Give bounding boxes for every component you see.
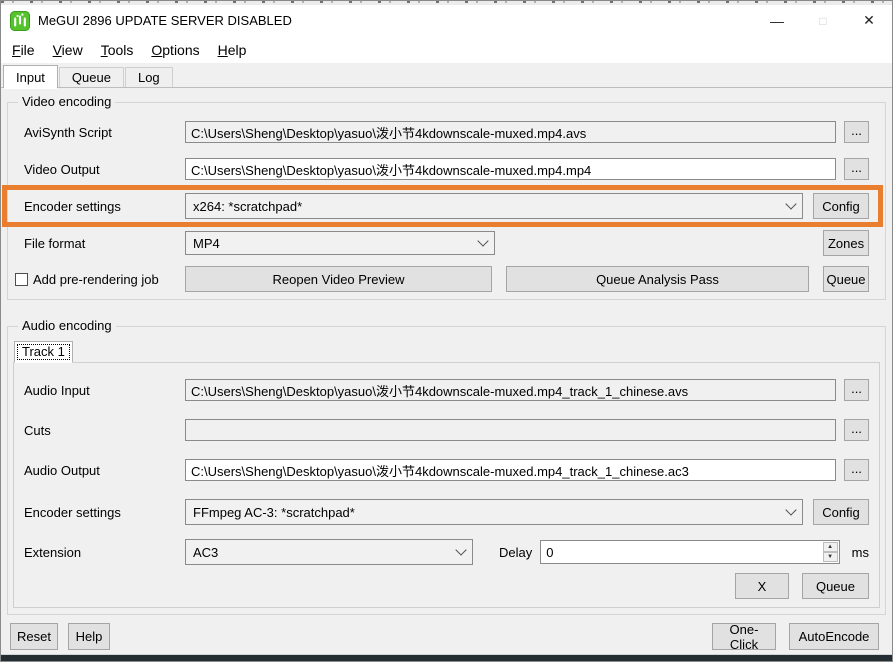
prerender-row: Add pre-rendering job Reopen Video Previ… <box>24 266 869 292</box>
audio-output-label: Audio Output <box>24 463 185 478</box>
video-encoder-settings-select[interactable]: x264: *scratchpad* <box>185 193 803 219</box>
video-output-label: Video Output <box>24 162 185 177</box>
audio-group-title: Audio encoding <box>18 318 116 333</box>
chevron-down-icon <box>455 544 466 555</box>
input-tab-page: Video encoding AviSynth Script ... Video… <box>1 88 892 654</box>
video-encoding-group: Video encoding AviSynth Script ... Video… <box>7 102 886 300</box>
cuts-row: Cuts ... <box>24 419 869 441</box>
chevron-down-icon <box>785 504 796 515</box>
audio-output-input[interactable] <box>185 459 836 481</box>
delay-spinner <box>822 541 839 563</box>
video-output-input[interactable] <box>185 158 836 180</box>
video-output-browse-button[interactable]: ... <box>844 158 869 180</box>
audio-queue-button[interactable]: Queue <box>802 573 869 599</box>
menu-options[interactable]: Options <box>142 39 208 61</box>
extension-select[interactable]: AC3 <box>185 539 473 565</box>
add-prerendering-job-label: Add pre-rendering job <box>33 272 159 287</box>
file-format-row: File format MP4 Zones <box>24 230 869 256</box>
maximize-icon[interactable]: □ <box>800 5 846 36</box>
audio-input-input[interactable] <box>185 379 836 401</box>
help-button[interactable]: Help <box>68 623 110 650</box>
queue-analysis-pass-button[interactable]: Queue Analysis Pass <box>506 266 809 292</box>
avisynth-script-row: AviSynth Script ... <box>24 121 869 143</box>
tab-log[interactable]: Log <box>125 67 173 88</box>
audio-output-browse-button[interactable]: ... <box>844 459 869 481</box>
track-1-page: Audio Input ... Cuts ... Audio Output ..… <box>13 362 880 608</box>
audio-encoder-settings-row: Encoder settings FFmpeg AC-3: *scratchpa… <box>24 499 869 525</box>
reset-button[interactable]: Reset <box>10 623 58 650</box>
cuts-input[interactable] <box>185 419 836 441</box>
extension-row: Extension AC3 Delay ms <box>24 539 869 565</box>
autoencode-button[interactable]: AutoEncode <box>789 623 879 650</box>
menu-tools[interactable]: Tools <box>92 39 143 61</box>
audio-encoder-settings-label: Encoder settings <box>24 505 185 520</box>
titlebar: MeGUI 2896 UPDATE SERVER DISABLED — □ ✕ <box>1 5 892 36</box>
video-config-button[interactable]: Config <box>813 193 869 219</box>
spinner-up-icon[interactable] <box>823 542 838 552</box>
chevron-down-icon <box>785 198 796 209</box>
zones-button[interactable]: Zones <box>823 230 869 256</box>
minimize-icon[interactable]: — <box>754 5 800 36</box>
audio-input-row: Audio Input ... <box>24 379 869 401</box>
close-icon[interactable]: ✕ <box>846 5 892 36</box>
audio-input-label: Audio Input <box>24 383 185 398</box>
footer-bar: Reset Help One-Click AutoEncode <box>7 615 886 650</box>
delay-field <box>540 540 839 564</box>
tab-track-1[interactable]: Track 1 <box>14 341 73 363</box>
video-output-row: Video Output ... <box>24 158 869 180</box>
remove-track-button[interactable]: X <box>735 573 789 599</box>
audio-encoding-group: Audio encoding Track 1 Audio Input ... C… <box>7 326 886 615</box>
delay-unit-label: ms <box>852 545 869 560</box>
cuts-browse-button[interactable]: ... <box>844 419 869 441</box>
tab-queue[interactable]: Queue <box>59 67 124 88</box>
menu-bar: File View Tools Options Help <box>1 36 892 63</box>
video-encoder-settings-row: Encoder settings x264: *scratchpad* Conf… <box>24 193 869 219</box>
avisynth-script-label: AviSynth Script <box>24 125 185 140</box>
audio-input-browse-button[interactable]: ... <box>844 379 869 401</box>
audio-config-button[interactable]: Config <box>813 499 869 525</box>
avisynth-script-input[interactable] <box>185 121 836 143</box>
one-click-button[interactable]: One-Click <box>712 623 776 650</box>
menu-view[interactable]: View <box>44 39 92 61</box>
extension-label: Extension <box>24 545 185 560</box>
audio-output-row: Audio Output ... <box>24 459 869 481</box>
audio-actions-row: X Queue <box>24 573 869 599</box>
file-format-select[interactable]: MP4 <box>185 231 495 255</box>
chevron-down-icon <box>477 235 488 246</box>
avisynth-browse-button[interactable]: ... <box>844 121 869 143</box>
spinner-down-icon[interactable] <box>823 552 838 562</box>
prerender-check-area: Add pre-rendering job <box>15 272 185 287</box>
cuts-label: Cuts <box>24 423 185 438</box>
reopen-video-preview-button[interactable]: Reopen Video Preview <box>185 266 492 292</box>
tab-input[interactable]: Input <box>3 65 58 88</box>
window-title: MeGUI 2896 UPDATE SERVER DISABLED <box>38 13 292 28</box>
megui-logo-icon <box>10 11 30 31</box>
menu-help[interactable]: Help <box>209 39 256 61</box>
main-tabstrip: Input Queue Log <box>1 63 892 88</box>
megui-window: MeGUI 2896 UPDATE SERVER DISABLED — □ ✕ … <box>0 0 893 662</box>
video-group-title: Video encoding <box>18 94 115 109</box>
add-prerendering-job-checkbox[interactable] <box>15 273 28 286</box>
window-controls: — □ ✕ <box>754 5 892 36</box>
video-encoder-settings-label: Encoder settings <box>24 199 185 214</box>
file-format-label: File format <box>24 236 185 251</box>
audio-encoder-settings-select[interactable]: FFmpeg AC-3: *scratchpad* <box>185 499 803 525</box>
delay-input[interactable] <box>540 540 839 564</box>
screenshot-edge-artifact <box>1 654 892 661</box>
video-queue-button[interactable]: Queue <box>823 266 869 292</box>
delay-label: Delay <box>499 545 532 560</box>
menu-file[interactable]: File <box>3 39 44 61</box>
